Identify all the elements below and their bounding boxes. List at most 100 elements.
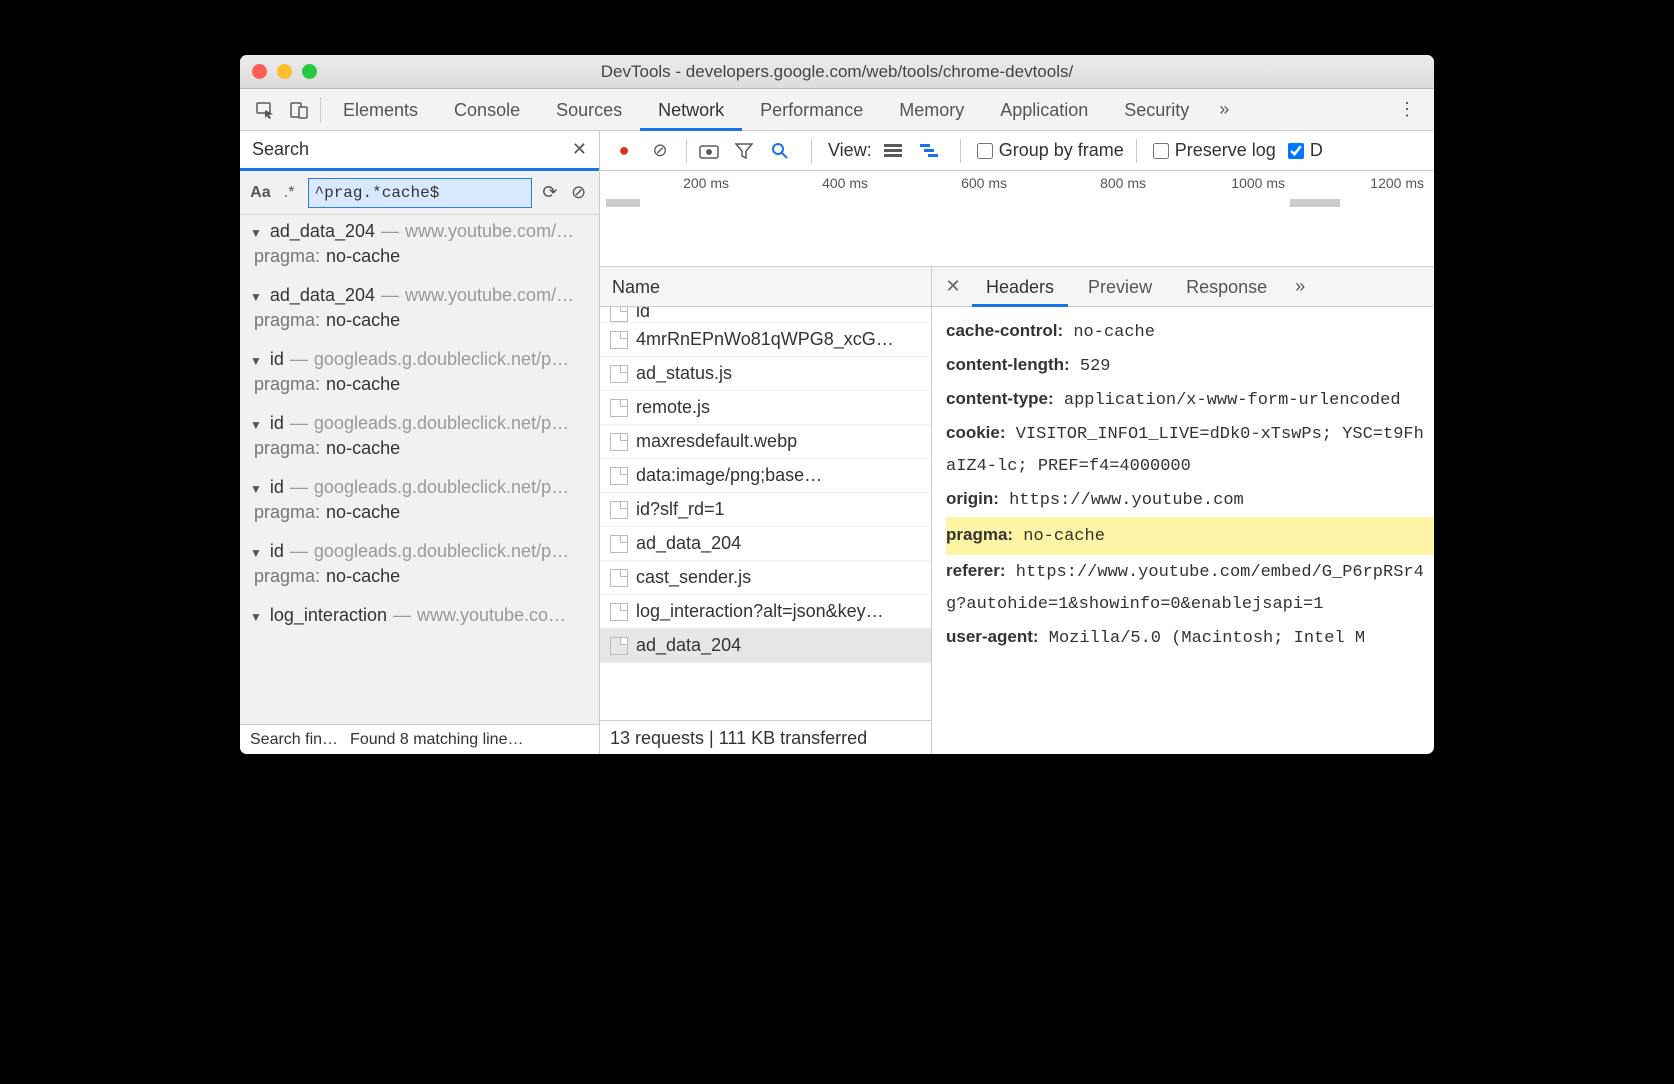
search-sidebar-header: Search ✕ bbox=[240, 131, 599, 171]
request-list-header[interactable]: Name bbox=[600, 267, 931, 307]
file-icon bbox=[610, 569, 628, 587]
search-result[interactable]: ▼id — googleads.g.doubleclick.net/p…prag… bbox=[240, 343, 599, 407]
tab-elements[interactable]: Elements bbox=[325, 89, 436, 131]
request-list: Name id4mrRnEPnWo81qWPG8_xcG…ad_status.j… bbox=[600, 267, 932, 754]
file-icon bbox=[610, 501, 628, 519]
search-status-bar: Search fin… Found 8 matching line… bbox=[240, 724, 599, 754]
request-summary: 13 requests | 111 KB transferred bbox=[600, 720, 931, 754]
main-tabs: ElementsConsoleSourcesNetworkPerformance… bbox=[240, 89, 1434, 131]
disable-cache-checkbox[interactable]: D bbox=[1288, 140, 1323, 161]
search-result[interactable]: ▼id — googleads.g.doubleclick.net/p…prag… bbox=[240, 535, 599, 599]
header-row[interactable]: referer: https://www.youtube.com/embed/G… bbox=[946, 555, 1434, 621]
header-row[interactable]: cookie: VISITOR_INFO1_LIVE=dDk0-xTswPs; … bbox=[946, 417, 1434, 483]
close-search-icon[interactable]: ✕ bbox=[572, 139, 587, 160]
header-row[interactable]: pragma: no-cache bbox=[946, 517, 1434, 555]
disclosure-triangle-icon: ▼ bbox=[250, 610, 262, 624]
header-row[interactable]: cache-control: no-cache bbox=[946, 315, 1434, 349]
device-toggle-icon[interactable] bbox=[282, 93, 316, 127]
devtools-window: DevTools - developers.google.com/web/too… bbox=[240, 55, 1434, 754]
record-icon[interactable]: ● bbox=[610, 140, 638, 161]
view-label: View: bbox=[828, 140, 872, 161]
search-result[interactable]: ▼id — googleads.g.doubleclick.net/p…prag… bbox=[240, 407, 599, 471]
search-input[interactable] bbox=[308, 178, 532, 208]
search-network-icon[interactable] bbox=[771, 142, 799, 160]
search-results: ▼ad_data_204 — www.youtube.com/…pragma:n… bbox=[240, 215, 599, 724]
network-timeline[interactable]: 200 ms400 ms600 ms800 ms1000 ms1200 ms bbox=[600, 171, 1434, 267]
kebab-menu-icon[interactable]: ⋮ bbox=[1388, 99, 1426, 120]
file-icon bbox=[610, 603, 628, 621]
titlebar: DevTools - developers.google.com/web/too… bbox=[240, 55, 1434, 89]
disclosure-triangle-icon: ▼ bbox=[250, 546, 262, 560]
tab-console[interactable]: Console bbox=[436, 89, 538, 131]
detail-tabs: ✕ HeadersPreviewResponse » bbox=[932, 267, 1434, 307]
detail-tab-preview[interactable]: Preview bbox=[1074, 267, 1166, 307]
network-panel: ● ⊘ View: bbox=[600, 131, 1434, 754]
tab-memory[interactable]: Memory bbox=[881, 89, 982, 131]
timeline-tick: 600 ms bbox=[878, 175, 1017, 191]
clear-search-icon[interactable]: ⊘ bbox=[568, 182, 589, 203]
detail-tab-response[interactable]: Response bbox=[1172, 267, 1281, 307]
header-row[interactable]: content-type: application/x-www-form-url… bbox=[946, 383, 1434, 417]
timeline-segment bbox=[1290, 199, 1340, 207]
request-detail: ✕ HeadersPreviewResponse » cache-control… bbox=[932, 267, 1434, 754]
request-row[interactable]: remote.js bbox=[600, 391, 931, 425]
regex-toggle[interactable]: .* bbox=[279, 184, 300, 202]
file-icon bbox=[610, 467, 628, 485]
request-row[interactable]: log_interaction?alt=json&key… bbox=[600, 595, 931, 629]
search-sidebar: Search ✕ Aa .* ⟳ ⊘ ▼ad_data_204 — www.yo… bbox=[240, 131, 600, 754]
screenshots-icon[interactable] bbox=[699, 143, 727, 159]
timeline-tick: 200 ms bbox=[600, 175, 739, 191]
timeline-tick: 1000 ms bbox=[1156, 175, 1295, 191]
network-toolbar: ● ⊘ View: bbox=[600, 131, 1434, 171]
header-row[interactable]: origin: https://www.youtube.com bbox=[946, 483, 1434, 517]
header-row[interactable]: user-agent: Mozilla/5.0 (Macintosh; Inte… bbox=[946, 621, 1434, 655]
preserve-log-checkbox[interactable]: Preserve log bbox=[1153, 140, 1276, 161]
refresh-search-icon[interactable]: ⟳ bbox=[540, 182, 561, 203]
file-icon bbox=[610, 331, 628, 349]
tab-performance[interactable]: Performance bbox=[742, 89, 881, 131]
timeline-tick: 800 ms bbox=[1017, 175, 1156, 191]
more-detail-tabs-icon[interactable]: » bbox=[1295, 276, 1305, 297]
filter-icon[interactable] bbox=[735, 143, 763, 159]
file-icon bbox=[610, 637, 628, 655]
search-result[interactable]: ▼ad_data_204 — www.youtube.com/…pragma:n… bbox=[240, 279, 599, 343]
inspect-icon[interactable] bbox=[248, 93, 282, 127]
disclosure-triangle-icon: ▼ bbox=[250, 226, 262, 240]
group-by-frame-checkbox[interactable]: Group by frame bbox=[977, 140, 1124, 161]
disclosure-triangle-icon: ▼ bbox=[250, 354, 262, 368]
tab-network[interactable]: Network bbox=[640, 89, 742, 131]
request-row[interactable]: id bbox=[600, 307, 931, 323]
request-row[interactable]: ad_data_204 bbox=[600, 629, 931, 663]
request-row[interactable]: data:image/png;base… bbox=[600, 459, 931, 493]
request-row[interactable]: cast_sender.js bbox=[600, 561, 931, 595]
header-row[interactable]: content-length: 529 bbox=[946, 349, 1434, 383]
view-large-icon[interactable] bbox=[884, 144, 912, 158]
request-row[interactable]: id?slf_rd=1 bbox=[600, 493, 931, 527]
request-row[interactable]: ad_status.js bbox=[600, 357, 931, 391]
view-waterfall-icon[interactable] bbox=[920, 144, 948, 158]
close-detail-icon[interactable]: ✕ bbox=[940, 276, 966, 297]
detail-tab-headers[interactable]: Headers bbox=[972, 267, 1068, 307]
tab-sources[interactable]: Sources bbox=[538, 89, 640, 131]
file-icon bbox=[610, 433, 628, 451]
request-row[interactable]: ad_data_204 bbox=[600, 527, 931, 561]
clear-icon[interactable]: ⊘ bbox=[646, 140, 674, 161]
separator bbox=[320, 97, 321, 123]
file-icon bbox=[610, 365, 628, 383]
request-row[interactable]: 4mrRnEPnWo81qWPG8_xcG… bbox=[600, 323, 931, 357]
search-result[interactable]: ▼log_interaction — www.youtube.co… bbox=[240, 599, 599, 630]
window-title: DevTools - developers.google.com/web/too… bbox=[240, 62, 1434, 82]
search-result[interactable]: ▼ad_data_204 — www.youtube.com/…pragma:n… bbox=[240, 215, 599, 279]
more-tabs-icon[interactable]: » bbox=[1207, 93, 1241, 127]
tab-security[interactable]: Security bbox=[1106, 89, 1207, 131]
match-case-toggle[interactable]: Aa bbox=[250, 184, 271, 202]
tab-application[interactable]: Application bbox=[982, 89, 1106, 131]
file-icon bbox=[610, 399, 628, 417]
request-row[interactable]: maxresdefault.webp bbox=[600, 425, 931, 459]
search-status-2: Found 8 matching line… bbox=[350, 731, 523, 749]
timeline-segment bbox=[606, 199, 640, 207]
search-status-1: Search fin… bbox=[250, 731, 338, 749]
file-icon bbox=[610, 307, 628, 322]
search-result[interactable]: ▼id — googleads.g.doubleclick.net/p…prag… bbox=[240, 471, 599, 535]
disclosure-triangle-icon: ▼ bbox=[250, 418, 262, 432]
